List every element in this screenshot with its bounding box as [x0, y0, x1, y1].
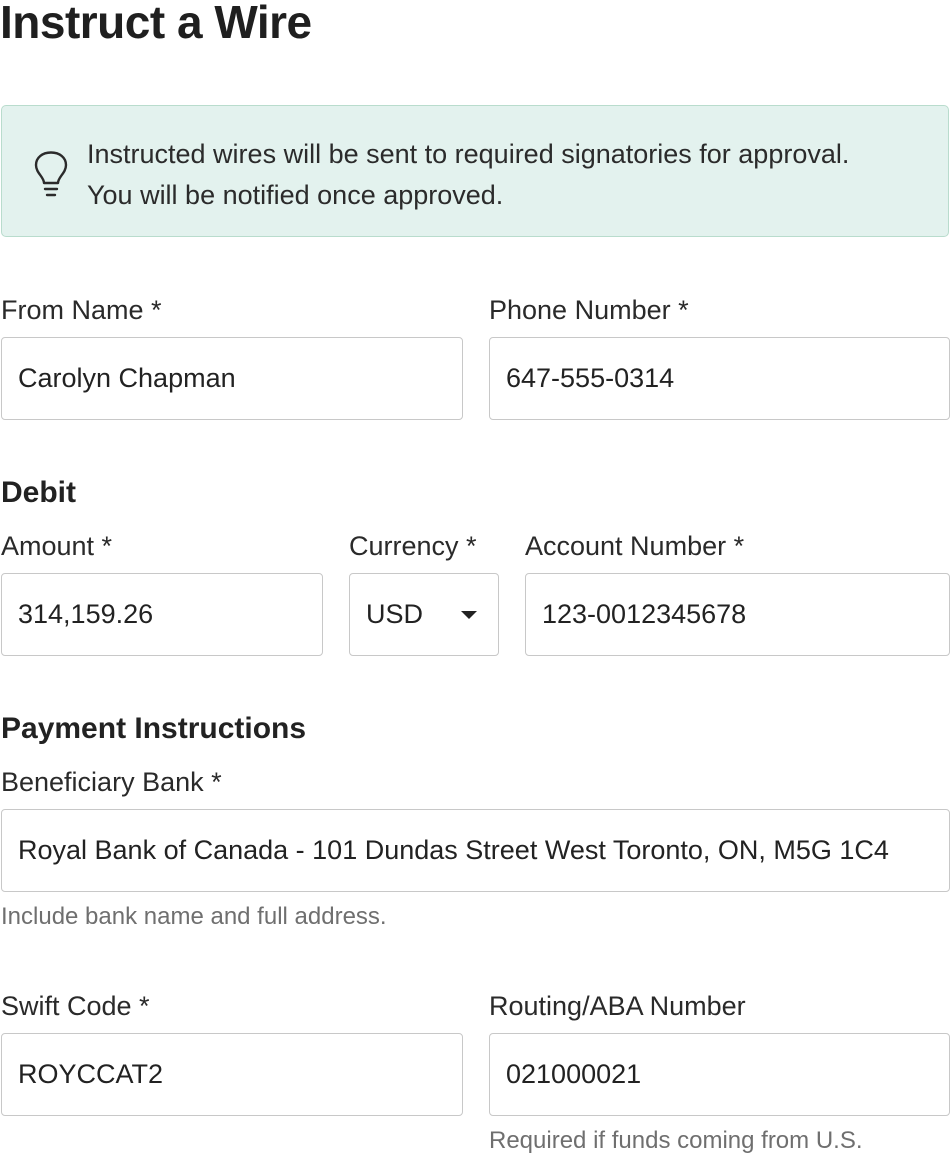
- phone-number-value: 647-555-0314: [506, 363, 675, 393]
- beneficiary-bank-label: Beneficiary Bank *: [1, 767, 222, 797]
- swift-code-value: ROYCCAT2: [18, 1059, 164, 1089]
- phone-number-input[interactable]: 647-555-0314: [489, 337, 950, 420]
- routing-number-input[interactable]: 021000021: [489, 1033, 950, 1116]
- amount-label: Amount *: [1, 531, 113, 561]
- account-number-value: 123-0012345678: [542, 599, 747, 629]
- routing-number-value: 021000021: [506, 1059, 642, 1089]
- from-name-label: From Name *: [1, 295, 162, 325]
- currency-select[interactable]: USD: [349, 573, 499, 656]
- amount-value: 314,159.26: [18, 599, 154, 629]
- notice-line-2: You will be notified once approved.: [87, 180, 504, 210]
- info-notice: Instructed wires will be sent to require…: [1, 105, 949, 237]
- debit-heading: Debit: [1, 476, 76, 509]
- lightbulb-icon: [33, 151, 69, 199]
- from-name-input[interactable]: Carolyn Chapman: [1, 337, 463, 420]
- routing-number-label: Routing/ABA Number: [489, 991, 746, 1021]
- currency-label: Currency *: [349, 531, 477, 561]
- from-name-value: Carolyn Chapman: [18, 363, 236, 393]
- currency-value: USD: [366, 599, 424, 629]
- beneficiary-bank-value: Royal Bank of Canada - 101 Dundas Street…: [18, 835, 889, 865]
- amount-input[interactable]: 314,159.26: [1, 573, 323, 656]
- page-title: Instruct a Wire: [0, 0, 312, 48]
- swift-code-label: Swift Code *: [1, 991, 150, 1021]
- beneficiary-bank-input[interactable]: Royal Bank of Canada - 101 Dundas Street…: [1, 809, 950, 892]
- routing-number-help: Required if funds coming from U.S.: [489, 1127, 863, 1154]
- notice-message: Instructed wires will be sent to require…: [87, 134, 849, 216]
- payment-instructions-heading: Payment Instructions: [1, 712, 307, 745]
- account-number-input[interactable]: 123-0012345678: [525, 573, 950, 656]
- beneficiary-bank-help: Include bank name and full address.: [1, 903, 387, 930]
- swift-code-input[interactable]: ROYCCAT2: [1, 1033, 463, 1116]
- notice-line-1: Instructed wires will be sent to require…: [87, 139, 850, 169]
- account-number-label: Account Number *: [525, 531, 745, 561]
- phone-number-label: Phone Number *: [489, 295, 689, 325]
- caret-down-icon: [461, 611, 477, 619]
